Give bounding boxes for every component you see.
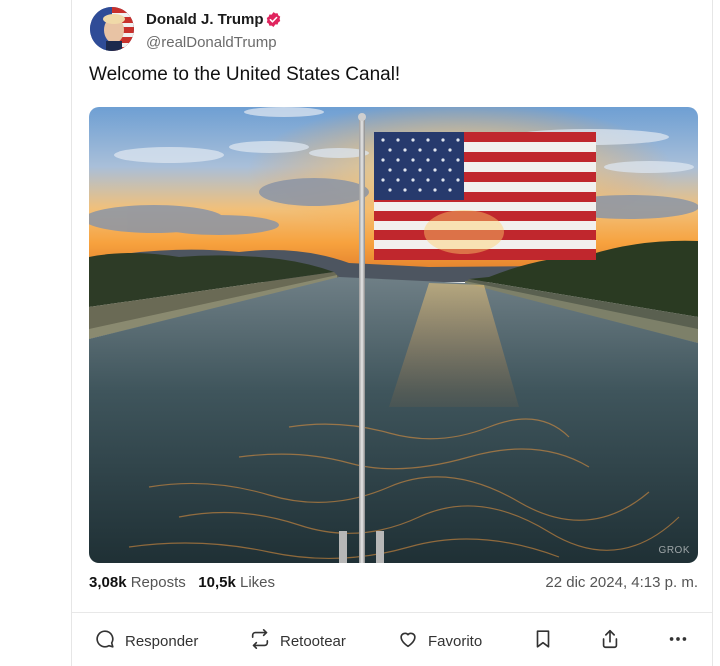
author-name[interactable]: Donald J. Trump (146, 11, 264, 28)
likes-stat[interactable]: 10,5k Likes (198, 574, 275, 591)
favorite-button[interactable]: Favorito (397, 628, 482, 654)
reposts-stat[interactable]: 3,08k Reposts (89, 574, 190, 591)
author-handle[interactable]: @realDonaldTrump (146, 34, 277, 51)
post-image[interactable]: GROK (89, 107, 698, 563)
image-watermark: GROK (658, 545, 690, 556)
post-text: Welcome to the United States Canal! (89, 64, 401, 85)
heart-icon (397, 628, 419, 654)
more-icon (667, 628, 689, 654)
bookmark-button[interactable] (532, 628, 554, 654)
post-stats: 3,08k Reposts 10,5k Likes 22 dic 2024, 4… (89, 574, 698, 591)
reposts-label: Reposts (130, 574, 186, 591)
retweet-label: Retootear (280, 632, 346, 650)
reply-icon (94, 628, 116, 654)
retweet-button[interactable]: Retootear (249, 628, 346, 654)
avatar[interactable] (90, 7, 134, 51)
share-button[interactable] (599, 628, 621, 654)
verified-badge-icon (265, 11, 282, 28)
post-date[interactable]: 22 dic 2024, 4:13 p. m. (545, 574, 698, 591)
action-bar: Responder Retootear Favorito (72, 624, 714, 656)
likes-count: 10,5k (198, 574, 236, 591)
favorite-label: Favorito (428, 632, 483, 650)
share-icon (599, 628, 621, 654)
reply-label: Responder (125, 632, 199, 650)
divider (72, 612, 712, 613)
likes-label: Likes (239, 574, 276, 591)
bookmark-icon (532, 628, 554, 654)
post-card: Donald J. Trump @realDonaldTrump Welcome… (71, 0, 713, 666)
reply-button[interactable]: Responder (94, 628, 198, 654)
reposts-count: 3,08k (89, 574, 127, 591)
more-button[interactable] (667, 628, 689, 654)
retweet-icon (249, 628, 271, 654)
